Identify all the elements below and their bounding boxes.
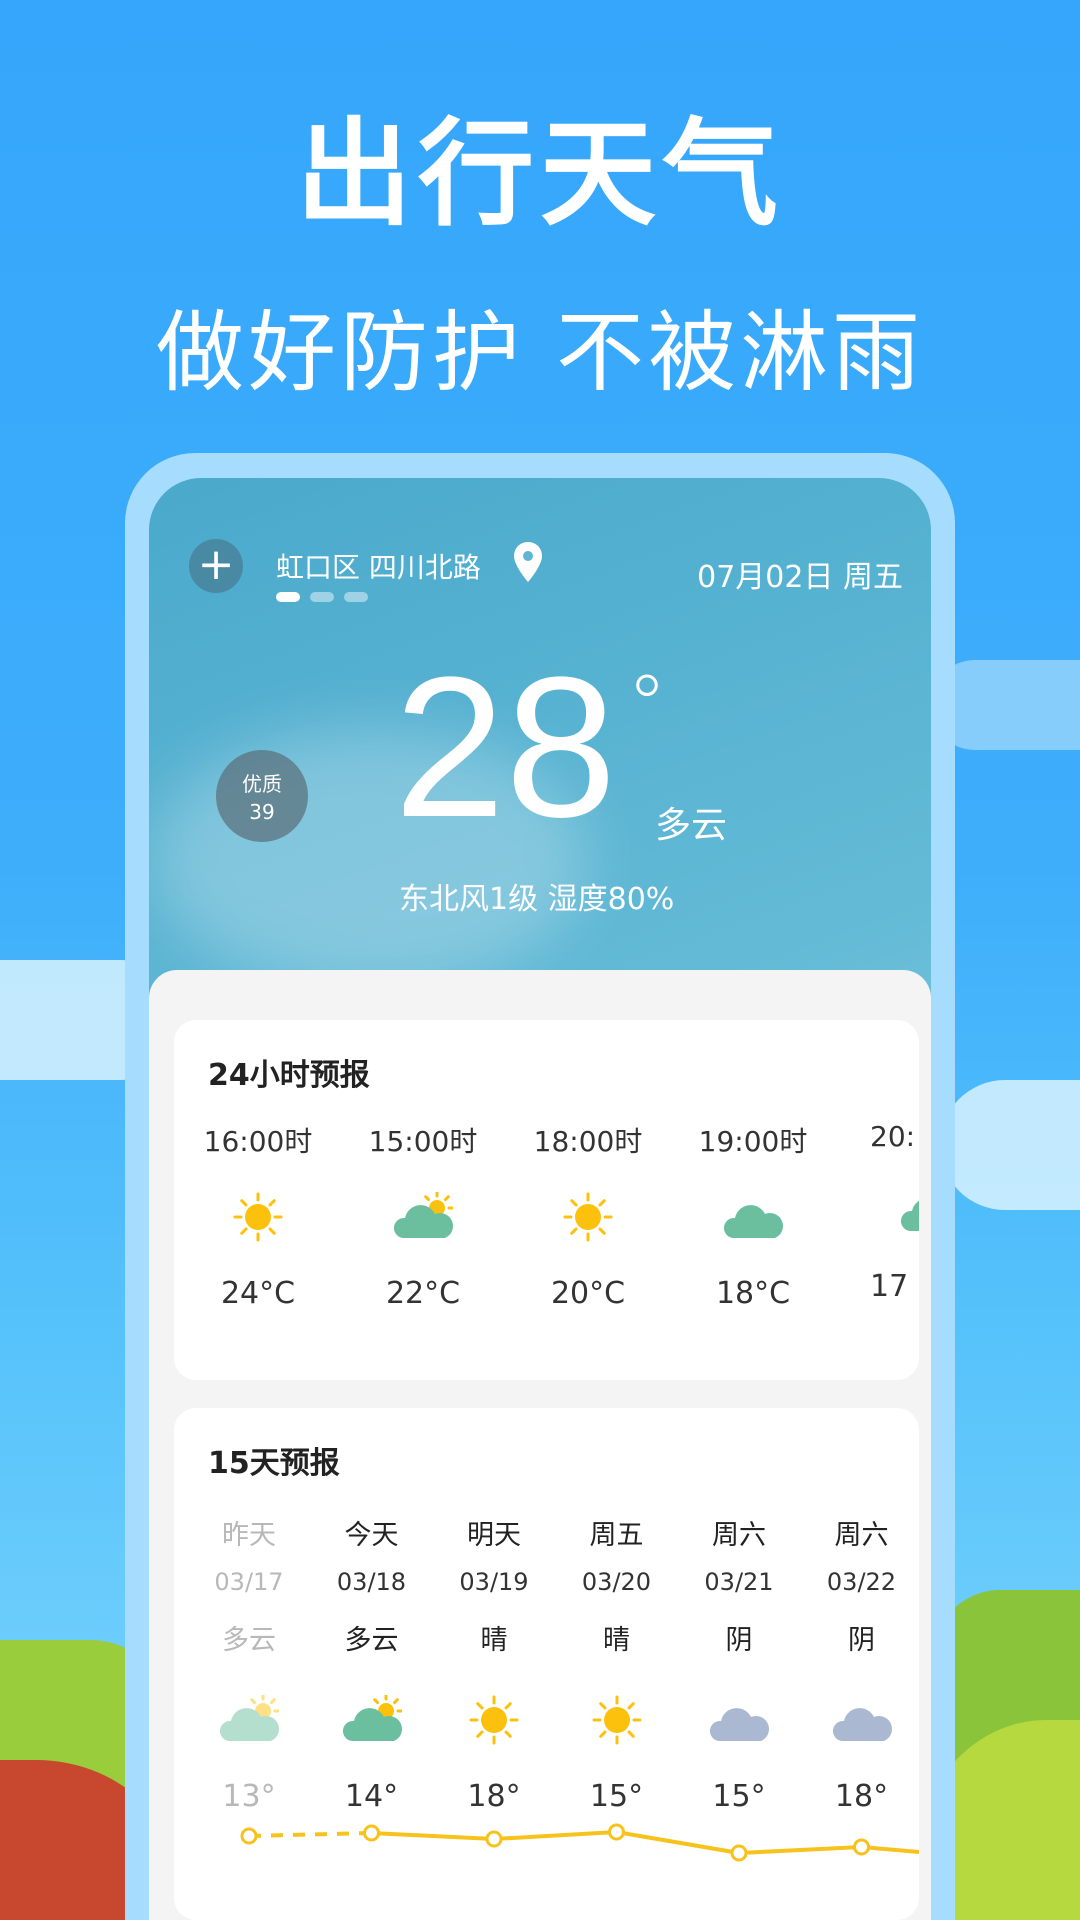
day-temp: 13° bbox=[222, 1779, 276, 1814]
page-indicator bbox=[276, 592, 368, 602]
hour-temp: 24°C bbox=[220, 1276, 296, 1311]
hour-temp: 17 bbox=[870, 1269, 909, 1304]
overcast-icon bbox=[832, 1708, 892, 1741]
daily-item[interactable]: 今天 03/18 多云 14° bbox=[312, 1513, 432, 1814]
day-label: 昨天 bbox=[222, 1520, 276, 1551]
trend-segment bbox=[493, 1830, 617, 1841]
daily-item[interactable]: 昨天 03/17 多云 13° bbox=[189, 1513, 309, 1814]
phone-screen: + 虹口区 四川北路 07月02日 周五 优质 39 28 ° 多云 东北风1级 … bbox=[149, 478, 931, 1920]
day-label: 周六 bbox=[712, 1520, 766, 1551]
trend-segment bbox=[861, 1845, 919, 1854]
day-condition: 晴 bbox=[480, 1625, 508, 1656]
current-temperature: 28 bbox=[394, 636, 617, 859]
location-label[interactable]: 虹口区 四川北路 bbox=[276, 546, 481, 586]
daily-item[interactable]: 周六 03/22 阴 18° bbox=[802, 1513, 922, 1814]
bg-cloud bbox=[940, 1080, 1080, 1210]
cloud-sun-icon bbox=[342, 1693, 403, 1741]
temperature-trend-line bbox=[240, 1823, 919, 1862]
hour-temp: 22°C bbox=[385, 1276, 461, 1311]
page-dot[interactable] bbox=[310, 592, 334, 602]
cloud-sun-icon bbox=[393, 1190, 455, 1238]
day-label: 周五 bbox=[589, 1520, 644, 1551]
daily-item[interactable]: 周六 03/21 阴 15° bbox=[679, 1513, 799, 1814]
day-label: 周六 bbox=[834, 1520, 889, 1551]
day-date: 03/19 bbox=[459, 1568, 529, 1596]
aqi-badge[interactable]: 优质 39 bbox=[216, 750, 308, 842]
trend-segment bbox=[738, 1845, 862, 1855]
day-condition: 阴 bbox=[725, 1625, 753, 1656]
trend-point bbox=[485, 1830, 503, 1848]
aqi-label: 优质 bbox=[242, 772, 282, 796]
wind-humidity: 东北风1级 湿度80% bbox=[399, 882, 675, 917]
day-date: 03/18 bbox=[336, 1568, 407, 1596]
overcast-icon bbox=[709, 1708, 769, 1741]
cloud-icon bbox=[901, 1200, 919, 1231]
daily-title: 15天预报 bbox=[208, 1446, 340, 1481]
hourly-item: 19:00时 18°C bbox=[673, 1120, 833, 1311]
day-temp: 18° bbox=[834, 1779, 889, 1814]
day-temp: 18° bbox=[467, 1779, 521, 1814]
day-temp: 14° bbox=[344, 1779, 399, 1814]
aqi-value: 39 bbox=[249, 800, 275, 824]
location-pin-icon[interactable] bbox=[513, 542, 543, 582]
hour-time: 15:00时 bbox=[368, 1125, 478, 1158]
day-condition: 晴 bbox=[603, 1625, 630, 1656]
hour-temp: 20°C bbox=[550, 1276, 626, 1311]
trend-segment bbox=[616, 1830, 740, 1855]
headline: 出行天气 bbox=[296, 107, 784, 242]
sun-icon bbox=[563, 1192, 613, 1242]
day-temp: 15° bbox=[589, 1779, 644, 1814]
subheadline: 做好防护 不被淋雨 bbox=[156, 301, 924, 404]
hourly-item: 18:00时 20°C bbox=[508, 1120, 668, 1311]
day-condition: 多云 bbox=[222, 1625, 276, 1656]
day-label: 明天 bbox=[467, 1520, 521, 1551]
trend-point bbox=[853, 1838, 870, 1856]
day-temp: 15° bbox=[712, 1779, 766, 1814]
day-date: 03/22 bbox=[826, 1568, 897, 1596]
trend-segment bbox=[248, 1831, 372, 1838]
sun-icon bbox=[469, 1695, 519, 1745]
date-label: 07月02日 周五 bbox=[697, 560, 903, 595]
trend-point bbox=[608, 1823, 625, 1841]
sun-icon bbox=[233, 1192, 283, 1242]
day-condition: 阴 bbox=[848, 1625, 875, 1656]
day-label: 今天 bbox=[344, 1520, 399, 1551]
add-city-button[interactable]: + bbox=[189, 539, 243, 593]
daily-forecast-card: 15天预报 昨天 03/17 多云 13° 今天 03/18 多云 14° 明天 03/19 晴 18… bbox=[174, 1408, 919, 1920]
hour-time: 16:00时 bbox=[203, 1125, 313, 1158]
daily-item[interactable]: 明天 03/19 晴 18° bbox=[434, 1513, 554, 1814]
trend-point bbox=[363, 1824, 380, 1842]
daily-item[interactable]: 周五 03/20 晴 15° bbox=[557, 1513, 677, 1814]
page-dot[interactable] bbox=[276, 592, 300, 602]
hourly-item: 20: 17 bbox=[870, 1120, 919, 1304]
day-condition: 多云 bbox=[344, 1625, 399, 1656]
hour-time: 18:00时 bbox=[533, 1125, 643, 1158]
trend-segment bbox=[371, 1831, 495, 1841]
cloud-icon bbox=[723, 1205, 783, 1238]
trend-point bbox=[240, 1827, 258, 1845]
day-date: 03/21 bbox=[704, 1568, 774, 1596]
current-condition: 多云 bbox=[655, 805, 728, 846]
forecast-panel: 24小时预报 16:00时 24°C 15:00时 22°C 18:00时 20°C 19:… bbox=[149, 970, 931, 1920]
day-date: 03/20 bbox=[581, 1568, 652, 1596]
day-date: 03/17 bbox=[214, 1568, 284, 1596]
page-dot[interactable] bbox=[344, 592, 368, 602]
hourly-item: 15:00时 22°C bbox=[343, 1120, 503, 1311]
sun-icon bbox=[592, 1695, 641, 1745]
hourly-title: 24小时预报 bbox=[208, 1058, 370, 1093]
trend-point bbox=[730, 1844, 748, 1862]
hourly-item: 16:00时 24°C bbox=[178, 1120, 338, 1311]
cloud-sun-icon bbox=[219, 1693, 281, 1741]
degree-symbol: ° bbox=[627, 658, 667, 751]
hour-time: 20: bbox=[870, 1120, 916, 1153]
hourly-forecast-card: 24小时预报 16:00时 24°C 15:00时 22°C 18:00时 20°C 19:… bbox=[174, 1020, 919, 1380]
hour-temp: 18°C bbox=[715, 1276, 791, 1311]
hour-time: 19:00时 bbox=[698, 1125, 808, 1158]
